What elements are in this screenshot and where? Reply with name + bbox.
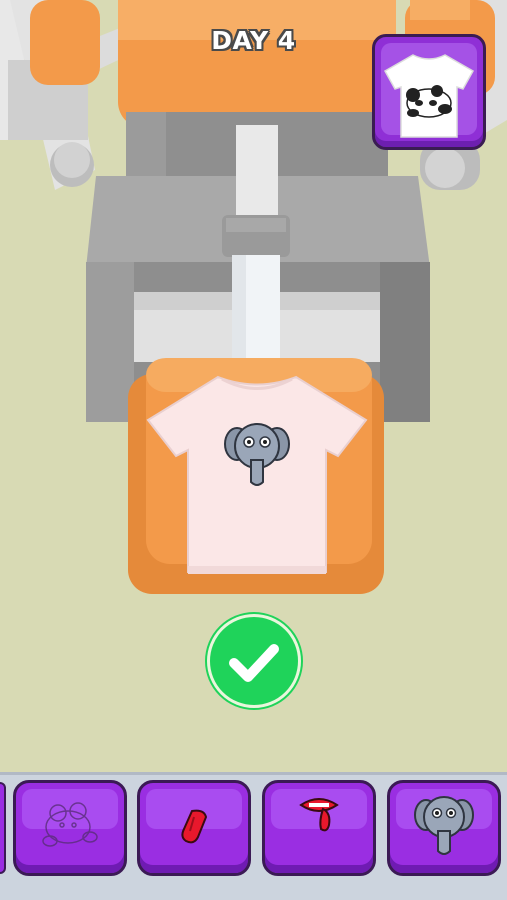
target-design-card [372,34,486,150]
decal-button-elephant[interactable] [387,780,501,876]
decal-button-lips[interactable] [262,780,376,876]
tongue-icon [181,809,208,844]
decal-button-partial[interactable] [0,782,6,874]
decal-button-tongue[interactable] [137,780,251,876]
panda-tshirt-icon [383,54,475,138]
press-head [118,0,396,128]
panda-outline-icon [42,802,98,847]
confirm-button[interactable] [207,614,301,708]
elephant-icon [414,796,474,855]
decal-button-panda[interactable] [13,780,127,876]
checkmark-icon [229,644,279,682]
lips-tongue-icon [299,798,339,832]
